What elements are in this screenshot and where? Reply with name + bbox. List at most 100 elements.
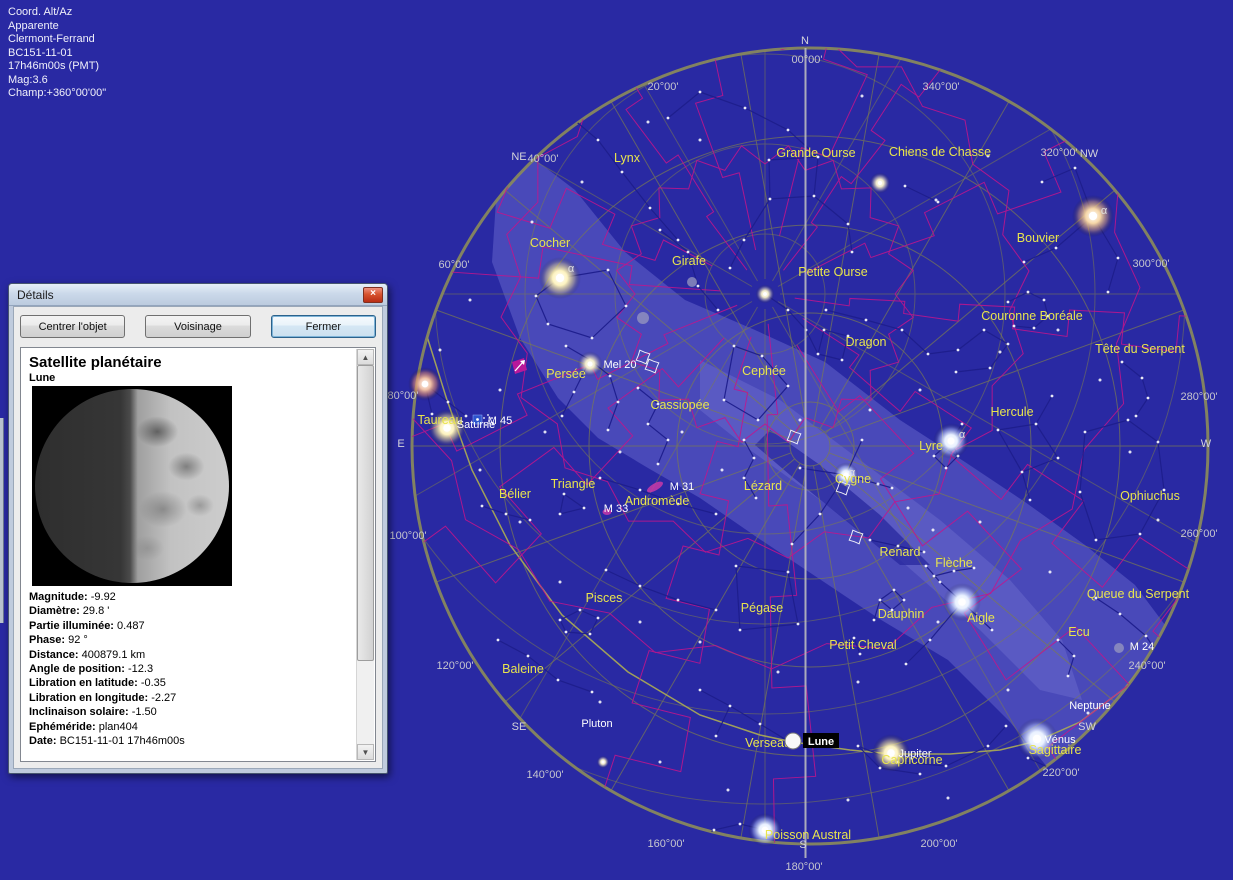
center-object-button[interactable]: Centrer l'objet — [20, 315, 125, 338]
scroll-thumb[interactable] — [357, 365, 374, 661]
star-designation-alpha: α — [1101, 205, 1108, 217]
constellation-label[interactable]: Couronne Boréale — [981, 309, 1083, 323]
cardinal-label-se: SE — [512, 721, 527, 733]
azimuth-label: 160°00' — [647, 838, 684, 850]
azimuth-label: 80°00' — [388, 390, 419, 402]
azimuth-label: 320°00' — [1040, 147, 1077, 159]
dialog-title: Détails — [17, 288, 363, 302]
azimuth-label: 180°00' — [785, 861, 822, 873]
constellation-label[interactable]: Cassiopée — [650, 398, 709, 412]
status-line: Clermont-Ferrand — [8, 33, 106, 47]
background-window-edge — [0, 418, 4, 623]
coordinates-label: Coordonnées: — [29, 760, 104, 762]
details-scrollbar[interactable]: ▲ ▼ — [356, 349, 374, 760]
object-label[interactable]: Neptune — [1069, 700, 1111, 712]
object-label[interactable]: M 31 — [670, 481, 694, 493]
azimuth-label: 140°00' — [526, 769, 563, 781]
neighborhood-button[interactable]: Voisinage — [145, 315, 250, 338]
azimuth-label: 40°00' — [528, 153, 559, 165]
constellation-label[interactable]: Pisces — [586, 591, 623, 605]
object-label[interactable]: Vénus — [1044, 734, 1076, 746]
constellation-label[interactable]: Persée — [546, 367, 586, 381]
status-line: Coord. Alt/Az — [8, 6, 106, 20]
constellation-label[interactable]: Queue du Serpent — [1087, 587, 1190, 601]
constellation-label[interactable]: Lynx — [614, 151, 641, 165]
azimuth-label: 260°00' — [1180, 528, 1217, 540]
detail-row: Phase: 92 ° — [29, 633, 375, 647]
constellation-label[interactable]: Aigle — [967, 611, 995, 625]
detail-row: Ephéméride: plan404 — [29, 720, 375, 734]
close-icon[interactable]: × — [363, 287, 383, 303]
constellation-label[interactable]: Cocher — [530, 236, 570, 250]
constellation-label[interactable]: Grande Ourse — [776, 146, 855, 160]
constellation-label[interactable]: Triangle — [551, 477, 596, 491]
status-line: Apparente — [8, 20, 106, 34]
constellation-label[interactable]: Dragon — [846, 335, 887, 349]
scroll-up-icon[interactable]: ▲ — [357, 349, 374, 365]
object-label[interactable]: M 33 — [604, 503, 628, 515]
star-designation-alpha: α — [568, 263, 575, 275]
azimuth-label: 100°00' — [389, 530, 426, 542]
azimuth-label: 200°00' — [920, 838, 957, 850]
moon-disc — [35, 389, 229, 583]
status-line: Champ:+360°00'00" — [8, 87, 106, 101]
object-label[interactable]: Mel 20 — [603, 359, 636, 371]
detail-rows: Magnitude: -9.92Diamètre: 29.8 'Partie i… — [29, 590, 375, 748]
object-label[interactable]: M 45 — [488, 415, 512, 427]
scroll-down-icon[interactable]: ▼ — [357, 744, 374, 760]
constellation-label[interactable]: Dauphin — [878, 607, 925, 621]
constellation-label[interactable]: Hercule — [990, 405, 1033, 419]
cardinal-label-ne: NE — [511, 151, 526, 163]
detail-row: Angle de position: -12.3 — [29, 662, 375, 676]
application-window: 00°00'20°00'40°00'60°00'80°00'100°00'120… — [0, 0, 1233, 880]
close-button[interactable]: Fermer — [271, 315, 376, 338]
azimuth-label: 340°00' — [922, 81, 959, 93]
status-line: 17h46m00s (PMT) — [8, 60, 106, 74]
azimuth-label: 220°00' — [1042, 767, 1079, 779]
detail-row: Inclinaison solaire: -1.50 — [29, 705, 375, 719]
azimuth-label: 120°00' — [436, 660, 473, 672]
moon-image — [32, 386, 232, 586]
constellation-label[interactable]: Girafe — [672, 254, 706, 268]
constellation-label[interactable]: Lyre — [919, 439, 943, 453]
object-label[interactable]: Pluton — [581, 718, 612, 730]
constellation-label[interactable]: Tête du Serpent — [1095, 342, 1185, 356]
cardinal-label-sw: SW — [1078, 721, 1096, 733]
constellation-label[interactable]: Bélier — [499, 487, 531, 501]
object-label[interactable]: M 24 — [1130, 641, 1154, 653]
azimuth-label: 60°00' — [439, 259, 470, 271]
details-dialog-titlebar[interactable]: Détails × — [9, 284, 387, 306]
constellation-label[interactable]: Flèche — [935, 556, 973, 570]
constellation-label[interactable]: Petit Cheval — [829, 638, 896, 652]
detail-row: Partie illuminée: 0.487 — [29, 619, 375, 633]
constellation-label[interactable]: Ophiuchus — [1120, 489, 1180, 503]
constellation-label[interactable]: Renard — [880, 545, 921, 559]
detail-row: Diamètre: 29.8 ' — [29, 604, 375, 618]
azimuth-label: 300°00' — [1132, 258, 1169, 270]
constellation-label[interactable]: Andromède — [625, 494, 690, 508]
constellation-label[interactable]: Lézard — [744, 479, 782, 493]
status-line: BC151-11-01 — [8, 47, 106, 61]
details-dialog[interactable]: Détails × Centrer l'objet Voisinage Ferm… — [8, 283, 388, 774]
detail-row: Date: BC151-11-01 17h46m00s — [29, 734, 375, 748]
selected-object-label: Lune — [808, 736, 834, 748]
dso-marker — [687, 277, 697, 287]
constellation-label[interactable]: Pégase — [741, 601, 783, 615]
moon-marker[interactable] — [785, 733, 801, 749]
object-type-heading: Satellite planétaire — [29, 354, 375, 371]
cardinal-label-w: W — [1201, 438, 1212, 450]
constellation-label[interactable]: Cephée — [742, 364, 786, 378]
coordinates-value: Apparente Topocentrique — [106, 760, 239, 762]
object-label[interactable]: Jupiter — [898, 748, 931, 760]
constellation-label[interactable]: Bouvier — [1017, 231, 1059, 245]
cardinal-label-nw: NW — [1080, 148, 1099, 160]
constellation-label[interactable]: Petite Ourse — [798, 265, 868, 279]
constellation-label[interactable]: Poisson Austral — [765, 828, 851, 842]
detail-row: Libration en longitude: -2.27 — [29, 691, 375, 705]
constellation-label[interactable]: Baleine — [502, 662, 544, 676]
azimuth-label: 240°00' — [1128, 660, 1165, 672]
constellation-label[interactable]: Ecu — [1068, 625, 1090, 639]
constellation-label[interactable]: Verseau — [745, 736, 791, 750]
constellation-label[interactable]: Chiens de Chasse — [889, 145, 991, 159]
star-designation-alpha: α — [959, 429, 966, 441]
